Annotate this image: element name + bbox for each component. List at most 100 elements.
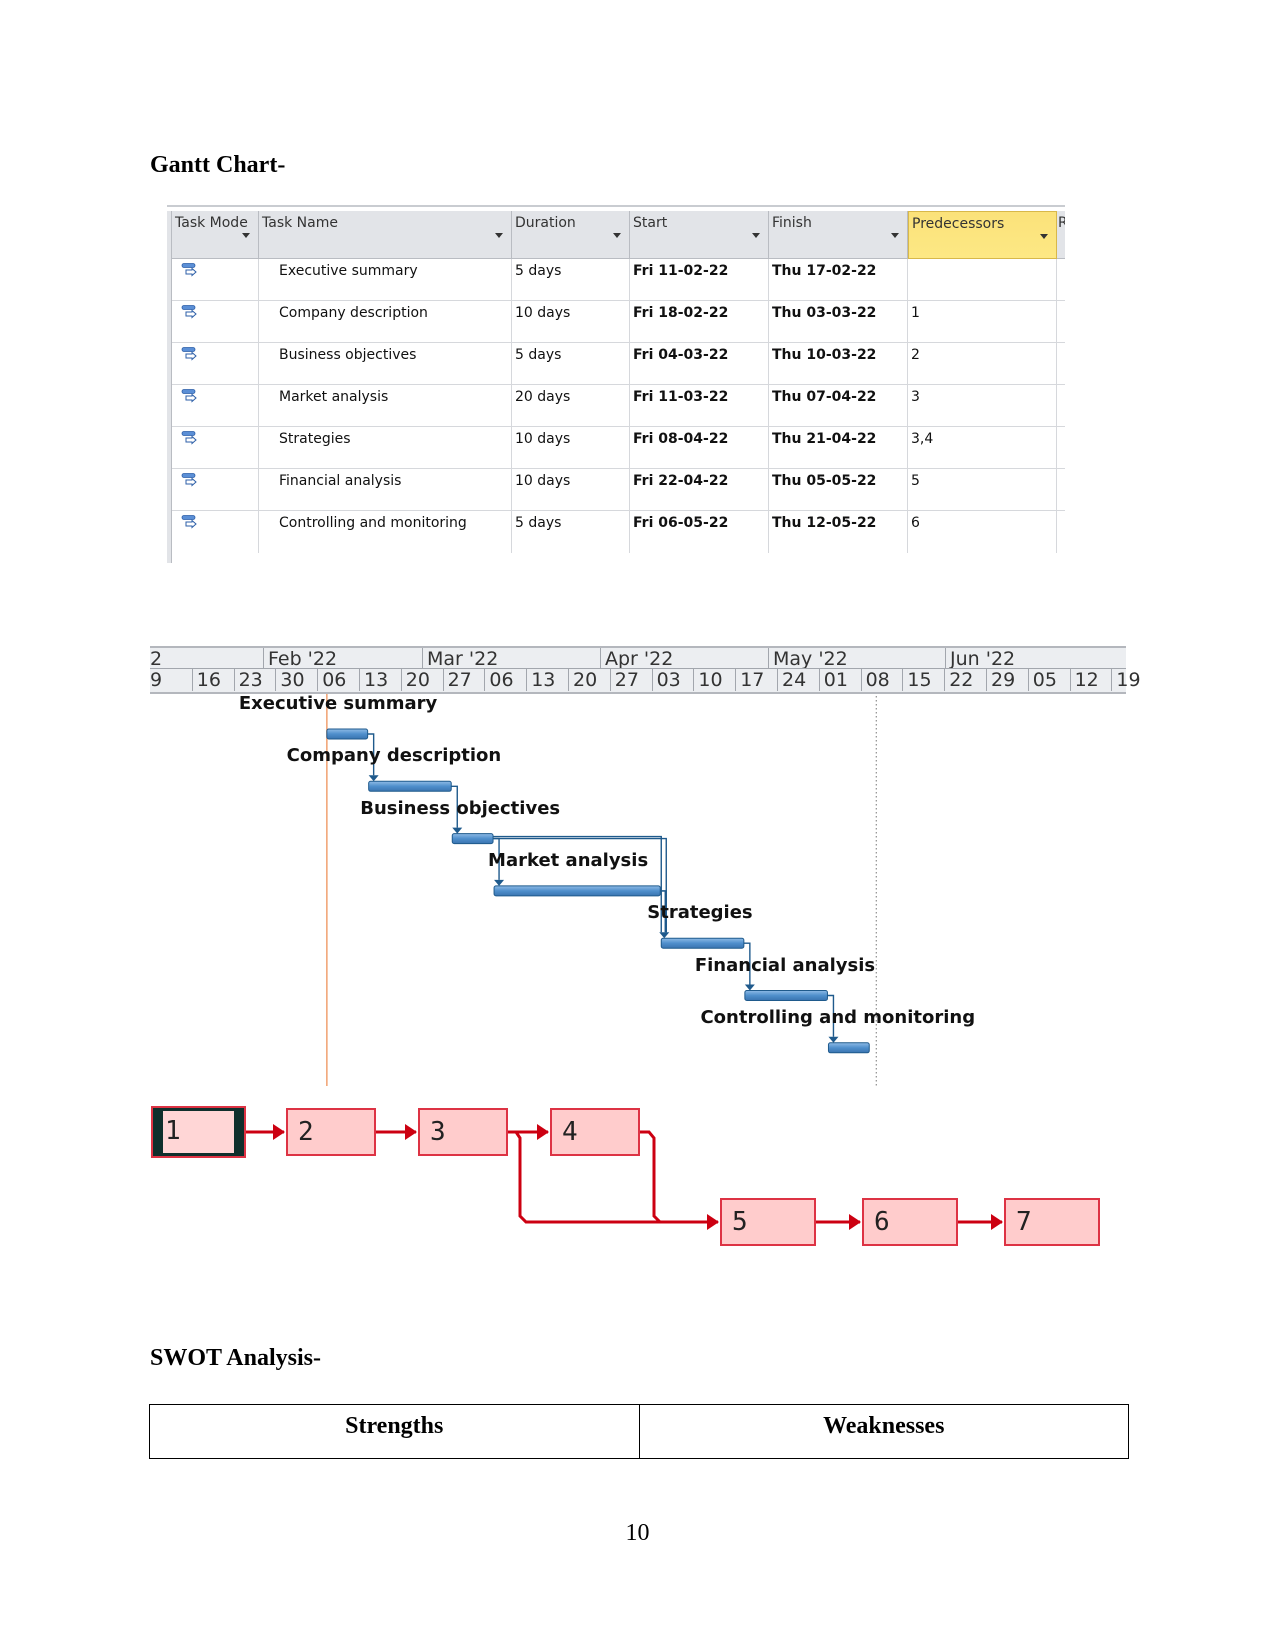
table-row[interactable]: Controlling and monitoring 5 days Fri 06-0… bbox=[167, 511, 1065, 555]
cell-finish[interactable]: Thu 10-03-22 bbox=[769, 343, 908, 385]
cell-duration[interactable]: 10 days bbox=[512, 469, 630, 511]
cell-task-mode[interactable] bbox=[172, 427, 259, 469]
cell-task-mode[interactable] bbox=[172, 385, 259, 427]
cell-task-mode[interactable] bbox=[172, 301, 259, 343]
table-row[interactable]: Company description 10 days Fri 18-02-22 Th… bbox=[167, 301, 1065, 345]
cell-duration[interactable]: 10 days bbox=[512, 301, 630, 343]
gantt-bar[interactable] bbox=[744, 990, 828, 1001]
network-node[interactable]: 5 bbox=[720, 1198, 816, 1246]
table-row[interactable]: Market analysis 20 days Fri 11-03-22 Thu 07… bbox=[167, 385, 1065, 429]
cell-finish[interactable]: Thu 12-05-22 bbox=[769, 511, 908, 553]
link-arrowhead bbox=[744, 984, 755, 991]
gantt-bar[interactable] bbox=[451, 833, 494, 845]
gantt-bar-label: Company description bbox=[286, 745, 502, 767]
cell-finish[interactable]: Thu 07-04-22 bbox=[769, 385, 908, 427]
dropdown-arrow-icon[interactable] bbox=[242, 233, 250, 238]
column-header-finish[interactable]: Finish bbox=[769, 211, 908, 259]
cell-predecessors[interactable]: 1 bbox=[908, 301, 1057, 343]
auto-scheduled-task-icon bbox=[181, 305, 197, 319]
network-node[interactable]: 7 bbox=[1004, 1198, 1100, 1246]
column-header-task-mode[interactable]: Task Mode bbox=[172, 211, 259, 259]
cell-name[interactable]: Financial analysis bbox=[259, 469, 512, 511]
dropdown-arrow-icon[interactable] bbox=[613, 233, 621, 238]
cell-predecessors[interactable]: 3,4 bbox=[908, 427, 1057, 469]
cell-finish[interactable]: Thu 17-02-22 bbox=[769, 259, 908, 301]
cell-predecessors[interactable]: 5 bbox=[908, 469, 1057, 511]
cell-resource[interactable] bbox=[1057, 301, 1065, 343]
cell-resource[interactable] bbox=[1057, 469, 1065, 511]
cell-predecessors[interactable]: 3 bbox=[908, 385, 1057, 427]
table-row[interactable]: Executive summary 5 days Fri 11-02-22 Thu 1… bbox=[167, 259, 1065, 303]
network-arrowhead bbox=[991, 1214, 1003, 1230]
network-node-id: 7 bbox=[1016, 1207, 1032, 1237]
cell-task-mode[interactable] bbox=[172, 469, 259, 511]
table-row[interactable]: Financial analysis 10 days Fri 22-04-22 Thu… bbox=[167, 469, 1065, 513]
cell-resource[interactable] bbox=[1057, 511, 1065, 553]
gantt-bar[interactable] bbox=[660, 937, 745, 949]
link-arrowhead bbox=[452, 827, 463, 834]
cell-predecessors[interactable]: 6 bbox=[908, 511, 1057, 553]
gantt-bar[interactable] bbox=[368, 780, 452, 792]
cell-duration[interactable]: 5 days bbox=[512, 343, 630, 385]
link-arrowhead bbox=[828, 1036, 839, 1043]
table-row[interactable]: Business objectives 5 days Fri 04-03-22 Thu… bbox=[167, 343, 1065, 387]
gantt-bar[interactable] bbox=[493, 885, 661, 897]
column-header-predecessors[interactable]: Predecessors bbox=[908, 211, 1057, 259]
cell-task-mode[interactable] bbox=[172, 259, 259, 301]
cell-start[interactable]: Fri 04-03-22 bbox=[630, 343, 769, 385]
auto-scheduled-task-icon bbox=[181, 347, 197, 361]
cell-task-mode[interactable] bbox=[172, 343, 259, 385]
network-arrowhead bbox=[273, 1124, 285, 1140]
auto-scheduled-task-icon bbox=[181, 389, 197, 403]
header-label: Task Name bbox=[262, 215, 338, 231]
cell-resource[interactable] bbox=[1057, 427, 1065, 469]
network-node[interactable]: 2 bbox=[286, 1108, 376, 1156]
cell-resource[interactable] bbox=[1057, 343, 1065, 385]
dropdown-arrow-icon[interactable] bbox=[752, 233, 760, 238]
cell-predecessors[interactable] bbox=[908, 259, 1057, 301]
cell-duration[interactable]: 10 days bbox=[512, 427, 630, 469]
cell-start[interactable]: Fri 06-05-22 bbox=[630, 511, 769, 553]
cell-start[interactable]: Fri 18-02-22 bbox=[630, 301, 769, 343]
network-node-id: 3 bbox=[430, 1117, 446, 1147]
dropdown-arrow-icon[interactable] bbox=[495, 233, 503, 238]
column-header-duration[interactable]: Duration bbox=[512, 211, 630, 259]
cell-start[interactable]: Fri 11-02-22 bbox=[630, 259, 769, 301]
cell-duration[interactable]: 5 days bbox=[512, 259, 630, 301]
column-header-resource[interactable]: R bbox=[1057, 211, 1065, 259]
dropdown-arrow-icon[interactable] bbox=[891, 233, 899, 238]
cell-duration[interactable]: 20 days bbox=[512, 385, 630, 427]
cell-finish[interactable]: Thu 05-05-22 bbox=[769, 469, 908, 511]
cell-start[interactable]: Fri 08-04-22 bbox=[630, 427, 769, 469]
network-node[interactable]: 4 bbox=[550, 1108, 640, 1156]
gantt-bar[interactable] bbox=[326, 728, 369, 740]
cell-predecessors[interactable]: 2 bbox=[908, 343, 1057, 385]
cell-name[interactable]: Market analysis bbox=[259, 385, 512, 427]
cell-duration[interactable]: 5 days bbox=[512, 511, 630, 553]
network-node[interactable]: 1 bbox=[151, 1106, 246, 1158]
cell-finish[interactable]: Thu 03-03-22 bbox=[769, 301, 908, 343]
column-header-task-name[interactable]: Task Name bbox=[259, 211, 512, 259]
network-link bbox=[640, 1130, 662, 1224]
cell-resource[interactable] bbox=[1057, 259, 1065, 301]
gantt-bar[interactable] bbox=[827, 1042, 870, 1054]
cell-start[interactable]: Fri 11-03-22 bbox=[630, 385, 769, 427]
swot-table: Strengths Weaknesses bbox=[149, 1404, 1129, 1459]
cell-start[interactable]: Fri 22-04-22 bbox=[630, 469, 769, 511]
cell-task-mode[interactable] bbox=[172, 511, 259, 553]
swot-strengths-header: Strengths bbox=[345, 1413, 444, 1439]
cell-name[interactable]: Company description bbox=[259, 301, 512, 343]
link-arrowhead bbox=[368, 775, 379, 782]
cell-finish[interactable]: Thu 21-04-22 bbox=[769, 427, 908, 469]
cell-resource[interactable] bbox=[1057, 385, 1065, 427]
network-node[interactable]: 3 bbox=[418, 1108, 508, 1156]
column-header-start[interactable]: Start bbox=[630, 211, 769, 259]
cell-name[interactable]: Business objectives bbox=[259, 343, 512, 385]
network-node[interactable]: 6 bbox=[862, 1198, 958, 1246]
dropdown-arrow-icon[interactable] bbox=[1040, 234, 1048, 239]
table-row[interactable]: Strategies 10 days Fri 08-04-22 Thu 21-04-2… bbox=[167, 427, 1065, 471]
header-label: Finish bbox=[772, 215, 812, 231]
cell-name[interactable]: Executive summary bbox=[259, 259, 512, 301]
cell-name[interactable]: Strategies bbox=[259, 427, 512, 469]
cell-name[interactable]: Controlling and monitoring bbox=[259, 511, 512, 553]
